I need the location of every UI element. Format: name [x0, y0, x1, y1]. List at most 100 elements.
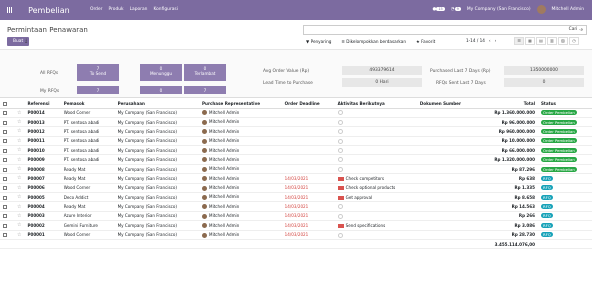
row-checkbox[interactable]: [3, 223, 7, 228]
col-total[interactable]: Total: [477, 99, 538, 109]
star-icon[interactable]: ☆: [17, 222, 21, 228]
activity-clock-icon[interactable]: [337, 119, 343, 125]
my-waiting[interactable]: 0: [140, 86, 182, 94]
activity-clock-icon[interactable]: [337, 232, 343, 238]
col-representative[interactable]: Purchase Representative: [199, 99, 282, 109]
table-row[interactable]: ☆ P00001 Wood Corner My Company (San Franci…: [0, 230, 592, 240]
select-all-checkbox[interactable]: [3, 101, 7, 106]
pager-prev-icon[interactable]: ‹: [489, 38, 491, 43]
star-icon[interactable]: ☆: [17, 119, 21, 125]
star-icon[interactable]: ☆: [17, 157, 21, 163]
star-icon[interactable]: ☆: [17, 175, 21, 181]
activity-clock-icon[interactable]: [337, 138, 343, 144]
col-pemasok[interactable]: Pemasok: [60, 99, 115, 109]
table-row[interactable]: ☆ P00013 PT. sentosa abadi My Company (San …: [0, 117, 592, 128]
cell-activity[interactable]: [334, 108, 417, 118]
col-referensi[interactable]: Referensi: [24, 99, 61, 109]
row-checkbox[interactable]: [3, 139, 7, 144]
my-to-send[interactable]: 7: [77, 86, 119, 94]
row-checkbox[interactable]: [3, 148, 7, 153]
star-icon[interactable]: ☆: [17, 185, 21, 191]
star-icon[interactable]: ☆: [17, 204, 21, 210]
star-icon[interactable]: ☆: [17, 166, 21, 172]
star-icon[interactable]: ☆: [17, 232, 21, 238]
table-row[interactable]: ☆ P00009 PT. sentosa abadi My Company (San …: [0, 154, 592, 165]
apps-menu-icon[interactable]: [7, 7, 13, 13]
cell-activity[interactable]: [334, 126, 417, 137]
row-checkbox[interactable]: [3, 233, 7, 238]
row-checkbox[interactable]: [3, 214, 7, 219]
col-activity[interactable]: Aktivitas Berikutnya: [334, 99, 417, 109]
star-icon[interactable]: ☆: [17, 213, 21, 219]
cell-activity[interactable]: [334, 154, 417, 165]
cell-activity[interactable]: [334, 230, 417, 240]
cell-activity[interactable]: Check optional products: [334, 183, 417, 194]
favorites-button[interactable]: ★ Favorit: [413, 38, 438, 45]
my-late[interactable]: 7: [184, 86, 226, 94]
activity-clock-icon[interactable]: [337, 166, 343, 172]
tile-late[interactable]: 0 Terlambat: [184, 64, 226, 81]
menu-laporan[interactable]: Laporan: [130, 7, 148, 12]
table-row[interactable]: ☆ P00008 Ready Mat My Company (San Francisc…: [0, 164, 592, 175]
table-row[interactable]: ☆ P00005 Deco Addict My Company (San Franci…: [0, 192, 592, 203]
menu-konfigurasi[interactable]: Konfigurasi: [153, 7, 177, 12]
cell-activity[interactable]: [334, 136, 417, 147]
tile-waiting[interactable]: 0 Menunggu: [140, 64, 182, 81]
row-checkbox[interactable]: [3, 195, 7, 200]
row-checkbox[interactable]: [3, 120, 7, 125]
table-row[interactable]: ☆ P00010 PT. sentosa abadi My Company (San …: [0, 145, 592, 156]
menu-produk[interactable]: Produk: [108, 7, 123, 12]
calendar-view-icon[interactable]: ▤: [536, 37, 546, 45]
table-row[interactable]: ☆ P00007 Ready Mat My Company (San Francisc…: [0, 173, 592, 184]
tile-to-send[interactable]: 7 To Send: [77, 64, 119, 81]
row-checkbox[interactable]: [3, 205, 7, 210]
table-row[interactable]: ☆ P00004 Ready Mat My Company (San Francisc…: [0, 201, 592, 212]
star-icon[interactable]: ☆: [17, 194, 21, 200]
table-row[interactable]: ☆ P00014 Wood Corner My Company (San Franci…: [0, 108, 592, 118]
list-view-icon[interactable]: ☰: [514, 37, 524, 45]
table-row[interactable]: ☆ P00011 PT. sentosa abadi My Company (San …: [0, 136, 592, 147]
cell-activity[interactable]: Get approval: [334, 192, 417, 203]
cell-activity[interactable]: [334, 164, 417, 175]
col-perusahaan[interactable]: Perusahaan: [114, 99, 200, 109]
star-icon[interactable]: ☆: [17, 110, 21, 116]
table-row[interactable]: ☆ P00003 Azure Interior My Company (San Fra…: [0, 211, 592, 222]
pager-value[interactable]: 1-14 / 14: [466, 38, 485, 43]
table-row[interactable]: ☆ P00006 Wood Corner My Company (San Franci…: [0, 183, 592, 194]
activity-view-icon[interactable]: ◷: [569, 37, 579, 45]
star-icon[interactable]: ☆: [17, 128, 21, 134]
search-input[interactable]: Cari ... ⌕: [303, 25, 587, 35]
kanban-view-icon[interactable]: ▦: [525, 37, 535, 45]
activity-clock-icon[interactable]: [337, 157, 343, 163]
download-icon[interactable]: ⤓: [25, 38, 27, 44]
menu-order[interactable]: Order: [90, 7, 102, 12]
cell-activity[interactable]: [334, 145, 417, 156]
cell-activity[interactable]: Send specifications: [334, 220, 417, 231]
avatar[interactable]: [536, 5, 546, 14]
row-checkbox[interactable]: [3, 158, 7, 163]
company-switcher[interactable]: My Company (San Francisco): [467, 7, 531, 12]
group-by-button[interactable]: ≡ Dikelompokkan berdasarkan: [338, 38, 409, 45]
pager-next-icon[interactable]: ›: [495, 38, 497, 43]
user-menu[interactable]: Mitchell Admin: [552, 7, 584, 12]
row-checkbox[interactable]: [3, 111, 7, 116]
graph-view-icon[interactable]: ▨: [558, 37, 568, 45]
activity-icon[interactable]: ◔ 9: [451, 7, 461, 12]
activity-clock-icon[interactable]: [337, 129, 343, 135]
chat-icon[interactable]: ● 15: [432, 7, 445, 12]
filter-button[interactable]: ▼ Penyaring: [303, 38, 334, 45]
cell-activity[interactable]: Check competitors: [334, 173, 417, 184]
cell-activity[interactable]: [334, 117, 417, 128]
star-icon[interactable]: ☆: [17, 138, 21, 144]
activity-clock-icon[interactable]: [337, 148, 343, 153]
search-icon[interactable]: ⌕: [581, 27, 583, 33]
col-source[interactable]: Dokumen Sumber: [416, 99, 478, 109]
star-icon[interactable]: ☆: [17, 147, 21, 153]
row-checkbox[interactable]: [3, 129, 7, 134]
app-title[interactable]: Pembelian: [28, 6, 70, 15]
pivot-view-icon[interactable]: ▥: [547, 37, 557, 45]
cell-activity[interactable]: [334, 211, 417, 222]
row-checkbox[interactable]: [3, 167, 7, 172]
col-deadline[interactable]: Order Deadline: [281, 99, 335, 109]
col-status[interactable]: Status: [537, 99, 592, 109]
